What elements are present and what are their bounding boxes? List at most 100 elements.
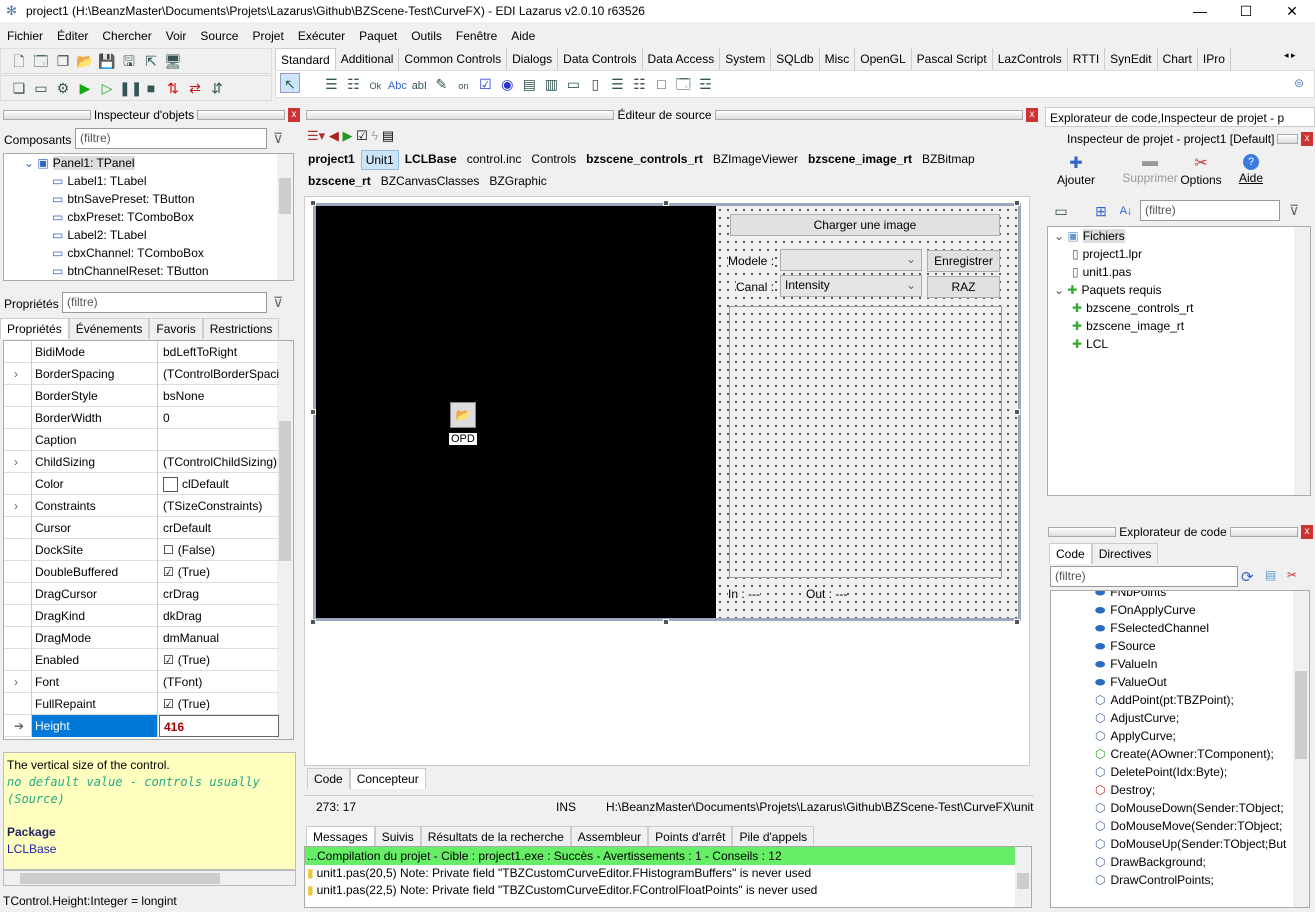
messages-scrollbar[interactable] [1015,847,1031,907]
property-value[interactable]: crDefault [159,517,279,539]
palette-tab[interactable]: SynEdit [1105,48,1158,70]
property-row[interactable]: › ChildSizing (TControlChildSizing) [4,451,279,473]
property-row[interactable]: Cursor crDefault [4,517,279,539]
pause-icon[interactable]: ❚❚ [119,78,142,98]
new-project-icon[interactable]: ❐ [53,51,73,71]
tree-item[interactable]: ▭ btnChannelReset: TButton [52,264,209,282]
property-value[interactable]: dkDrag [159,605,279,627]
run-without-debug-icon[interactable]: ▷ [97,78,117,98]
property-row[interactable]: › Constraints (TSizeConstraints) [4,495,279,517]
dock-tab[interactable]: Explorateur de code,Inspecteur de projet… [1045,107,1315,127]
checkbox-checked-icon[interactable]: ☑ [163,697,174,711]
property-row[interactable]: BidiMode bdLeftToRight [4,341,279,363]
jump-forward-icon[interactable]: ▶ [342,128,352,143]
tlabel-icon[interactable]: Abc [387,76,407,96]
code-item[interactable]: ⬡ DoMouseDown(Sender:TObject; [1095,801,1284,819]
help-hscrollbar[interactable] [3,870,296,886]
property-tab[interactable]: Restrictions [202,318,280,339]
close-icon[interactable]: x [1301,132,1313,146]
project-tree-item[interactable]: ⌄ ▣ Fichiers [1054,229,1125,247]
toggle-mode-icon[interactable]: ϟ [371,128,378,143]
open-file-icon[interactable]: ▭ [1051,201,1071,221]
reset-channel-button[interactable]: RAZ [927,276,1000,298]
palette-tab[interactable]: Standard [275,48,336,70]
clear-filter-icon[interactable]: ⊽ [1289,202,1299,219]
property-row[interactable]: ➔ Height 416 [4,715,279,737]
palette-tab[interactable]: OpenGL [855,48,912,70]
code-item[interactable]: ⬬ FSelectedChannel [1095,621,1209,639]
menu-item[interactable]: Paquet [352,26,404,46]
build-mode-icon[interactable]: ⚙ [53,78,73,98]
unit-tab[interactable]: bzscene_controls_rt [582,150,707,170]
property-value[interactable]: bdLeftToRight [159,341,279,363]
code-explorer-tab[interactable]: Directives [1091,543,1159,564]
messages-tab[interactable]: Suivis [374,826,421,847]
tools-icon[interactable]: ✂ [1287,568,1297,582]
tmemo-icon[interactable]: ✎ [431,74,451,94]
property-value[interactable]: (TControlBorderSpacing) [159,363,279,385]
pointer-tool-icon[interactable]: ↖ [280,73,300,93]
tcombobox-icon[interactable]: ▥ [541,74,561,94]
unit-tab[interactable]: BZGraphic [485,172,550,190]
property-value[interactable]: ☑ (True) [159,693,279,715]
menu-item[interactable]: Chercher [95,26,158,46]
menu-item[interactable]: Outils [404,26,449,46]
tradiobutton-icon[interactable]: ◉ [497,74,517,94]
new-form-icon[interactable]: 🗔 [31,51,51,71]
code-filter-input[interactable]: (filtre) [1050,566,1238,587]
messages-tab[interactable]: Pile d'appels [732,826,815,847]
palette-tab[interactable]: Additional [336,48,400,70]
code-item[interactable]: ⬡ DeletePoint(Idx:Byte); [1095,765,1227,783]
property-value[interactable]: (TControlChildSizing) [159,451,279,473]
maximize-button[interactable]: ☐ [1223,0,1269,22]
add-button[interactable]: ✚ Ajouter [1051,153,1101,187]
property-row[interactable]: DragKind dkDrag [4,605,279,627]
jump-list-icon[interactable]: ☰▾ [307,128,325,143]
view-units-icon[interactable]: ❏ [9,78,29,98]
unit-tab[interactable]: bzscene_image_rt [804,150,916,170]
property-value[interactable]: ☑ (True) [159,649,279,671]
tree-item[interactable]: ▭ Label1: TLabel [52,174,147,192]
code-item[interactable]: ⬡ Destroy; [1095,783,1155,801]
stop-icon[interactable]: ■ [141,78,161,98]
property-row[interactable]: DoubleBuffered ☑ (True) [4,561,279,583]
palette-tab[interactable]: System [720,48,772,70]
unit-tab[interactable]: Unit1 [360,150,399,170]
channel-combobox[interactable]: Intensity ⌄ [780,275,922,297]
step-out-icon[interactable]: ⇵ [207,78,227,98]
view-forms-icon[interactable]: ▭ [31,78,51,98]
sort-icon[interactable]: A↓ [1116,201,1136,221]
property-row[interactable]: Color clDefault [4,473,279,495]
mainmenu-icon[interactable]: ☰ [321,74,341,94]
code-item[interactable]: ⬬ FValueIn [1095,657,1157,675]
tcheckgroup-icon[interactable]: ☷ [629,74,649,94]
menu-item[interactable]: Voir [159,26,194,46]
unit-tab[interactable]: Controls [527,150,580,170]
unit-tab[interactable]: BZBitmap [918,150,979,170]
tree-item[interactable]: ▭ cbxPreset: TComboBox [52,210,194,228]
close-icon[interactable]: x [288,108,301,122]
property-row[interactable]: BorderWidth 0 [4,407,279,429]
message-item[interactable]: ▮ unit1.pas(20,5) Note: Private field "TB… [305,865,1031,882]
tgroupbox-icon[interactable]: ▯ [585,74,605,94]
menu-item[interactable]: Exécuter [291,26,352,46]
property-value[interactable]: (TFont) [159,671,279,693]
property-row[interactable]: Enabled ☑ (True) [4,649,279,671]
property-tab[interactable]: Favoris [149,318,203,339]
palette-tab[interactable]: LazControls [993,48,1068,70]
property-row[interactable]: BorderStyle bsNone [4,385,279,407]
checkbox-checked-icon[interactable]: ☑ [163,653,174,667]
tlistbox-icon[interactable]: ▤ [519,74,539,94]
project-filter-input[interactable]: (filtre) [1140,200,1280,221]
popupmenu-icon[interactable]: ☷ [343,74,363,94]
property-scrollbar[interactable] [277,341,293,739]
property-value[interactable]: (TSizeConstraints) [159,495,279,517]
code-item[interactable]: ⬡ ApplyCurve; [1095,729,1176,747]
minimize-button[interactable]: — [1177,0,1223,22]
run-icon[interactable]: ▶ [75,78,95,98]
property-value[interactable]: 0 [159,407,279,429]
menu-item[interactable]: Fichier [0,26,50,46]
property-row[interactable]: › BorderSpacing (TControlBorderSpacing) [4,363,279,385]
project-tree-item[interactable]: ✚ LCL [1072,337,1108,355]
code-item[interactable]: ⬬ FSource [1095,639,1156,657]
